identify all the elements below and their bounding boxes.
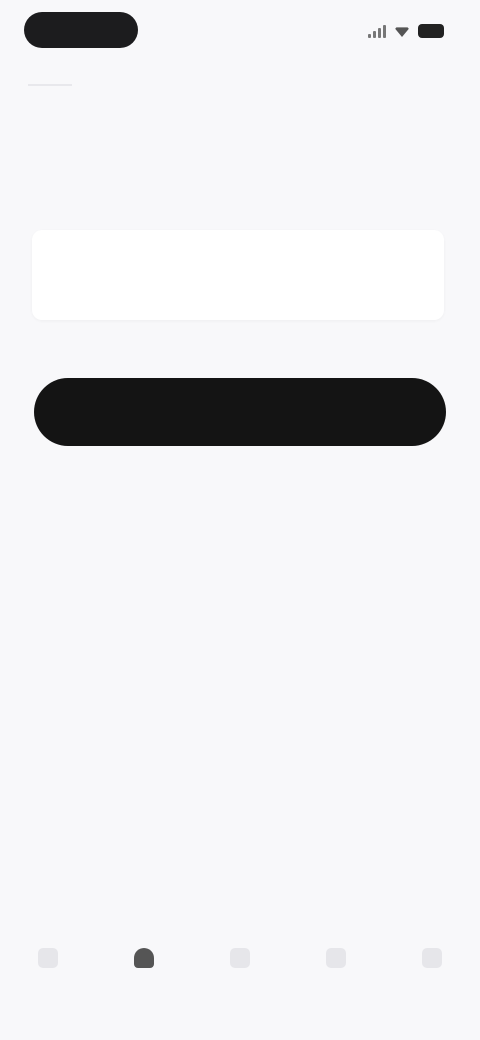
input-card: [32, 230, 444, 320]
wifi-icon: [394, 27, 410, 37]
nav-item-chat[interactable]: [312, 936, 360, 984]
nav-item-add[interactable]: [216, 936, 264, 984]
add-icon: [230, 948, 250, 968]
bottom-nav: [0, 932, 480, 988]
battery-icon: [418, 24, 444, 38]
home-icon: [38, 948, 58, 968]
document-icon: [134, 948, 154, 968]
nav-item-document[interactable]: [120, 936, 168, 984]
text-input[interactable]: [48, 248, 432, 306]
header-divider: [28, 84, 72, 86]
nav-item-home[interactable]: [24, 936, 72, 984]
continue-button[interactable]: [34, 378, 446, 446]
status-icons: [368, 22, 444, 40]
profile-icon: [422, 948, 442, 968]
nav-item-profile[interactable]: [408, 936, 456, 984]
signal-icon: [368, 24, 386, 38]
status-bar: [0, 0, 480, 64]
status-time-pill: [24, 12, 138, 48]
chat-icon: [326, 948, 346, 968]
